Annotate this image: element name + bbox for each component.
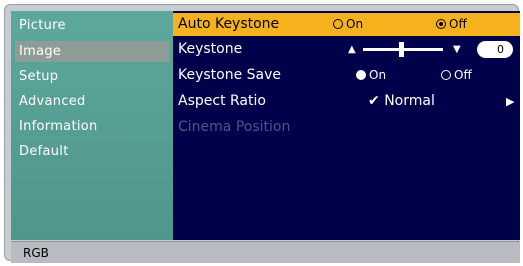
submenu-arrow-icon[interactable]: ▶ — [506, 90, 514, 113]
sidebar-item-setup[interactable]: Setup — [15, 66, 169, 87]
aspect-ratio-value: ✔ Normal — [368, 90, 435, 113]
keystone-save-on-label: On — [369, 68, 387, 82]
auto-keystone-off-option[interactable]: Off — [436, 13, 467, 36]
keystone-label: Keystone — [178, 41, 243, 57]
sidebar-item-picture[interactable]: Picture — [15, 15, 169, 36]
auto-keystone-off-label: Off — [449, 17, 467, 31]
keystone-save-off-option[interactable]: Off — [441, 64, 472, 87]
aspect-ratio-value-text: Normal — [384, 93, 435, 109]
auto-keystone-row[interactable]: Auto Keystone On Off — [173, 13, 520, 36]
keystone-save-row[interactable]: Keystone Save On Off — [173, 64, 520, 87]
radio-selected-icon — [436, 19, 446, 29]
keystone-save-on-option[interactable]: On — [356, 64, 386, 87]
sidebar-item-information[interactable]: Information — [15, 116, 169, 137]
keystone-value: 0 — [477, 41, 513, 58]
status-bar: RGB — [11, 241, 520, 263]
radio-empty-icon — [441, 70, 451, 80]
settings-panel: Auto Keystone On Off Keystone ▲ ▼ 0 Keys… — [173, 11, 520, 240]
sidebar-item-image[interactable]: Image — [15, 41, 169, 62]
sidebar-item-default[interactable]: Default — [15, 141, 169, 162]
sidebar-item-advanced[interactable]: Advanced — [15, 91, 169, 112]
aspect-ratio-label: Aspect Ratio — [178, 93, 266, 109]
sidebar: Picture Image Setup Advanced Information… — [11, 11, 174, 240]
radio-selected-icon — [356, 70, 366, 80]
menu-window: Picture Image Setup Advanced Information… — [4, 4, 520, 263]
cinema-position-label: Cinema Position — [178, 119, 291, 135]
auto-keystone-on-option[interactable]: On — [333, 13, 363, 36]
auto-keystone-on-label: On — [346, 17, 364, 31]
keystone-row[interactable]: Keystone ▲ ▼ 0 — [173, 38, 520, 61]
keystone-save-label: Keystone Save — [178, 67, 282, 83]
keystone-save-off-label: Off — [454, 68, 472, 82]
radio-empty-icon — [333, 19, 343, 29]
keystone-slider-knob[interactable] — [399, 42, 404, 57]
keystone-narrow-icon: ▲ — [348, 44, 356, 55]
auto-keystone-label: Auto Keystone — [178, 16, 280, 32]
aspect-ratio-row[interactable]: Aspect Ratio ✔ Normal ▶ — [173, 90, 520, 113]
input-source-label: RGB — [23, 246, 49, 260]
check-icon: ✔ — [368, 93, 380, 109]
cinema-position-row: Cinema Position — [173, 116, 520, 139]
keystone-wide-icon: ▼ — [453, 44, 461, 55]
